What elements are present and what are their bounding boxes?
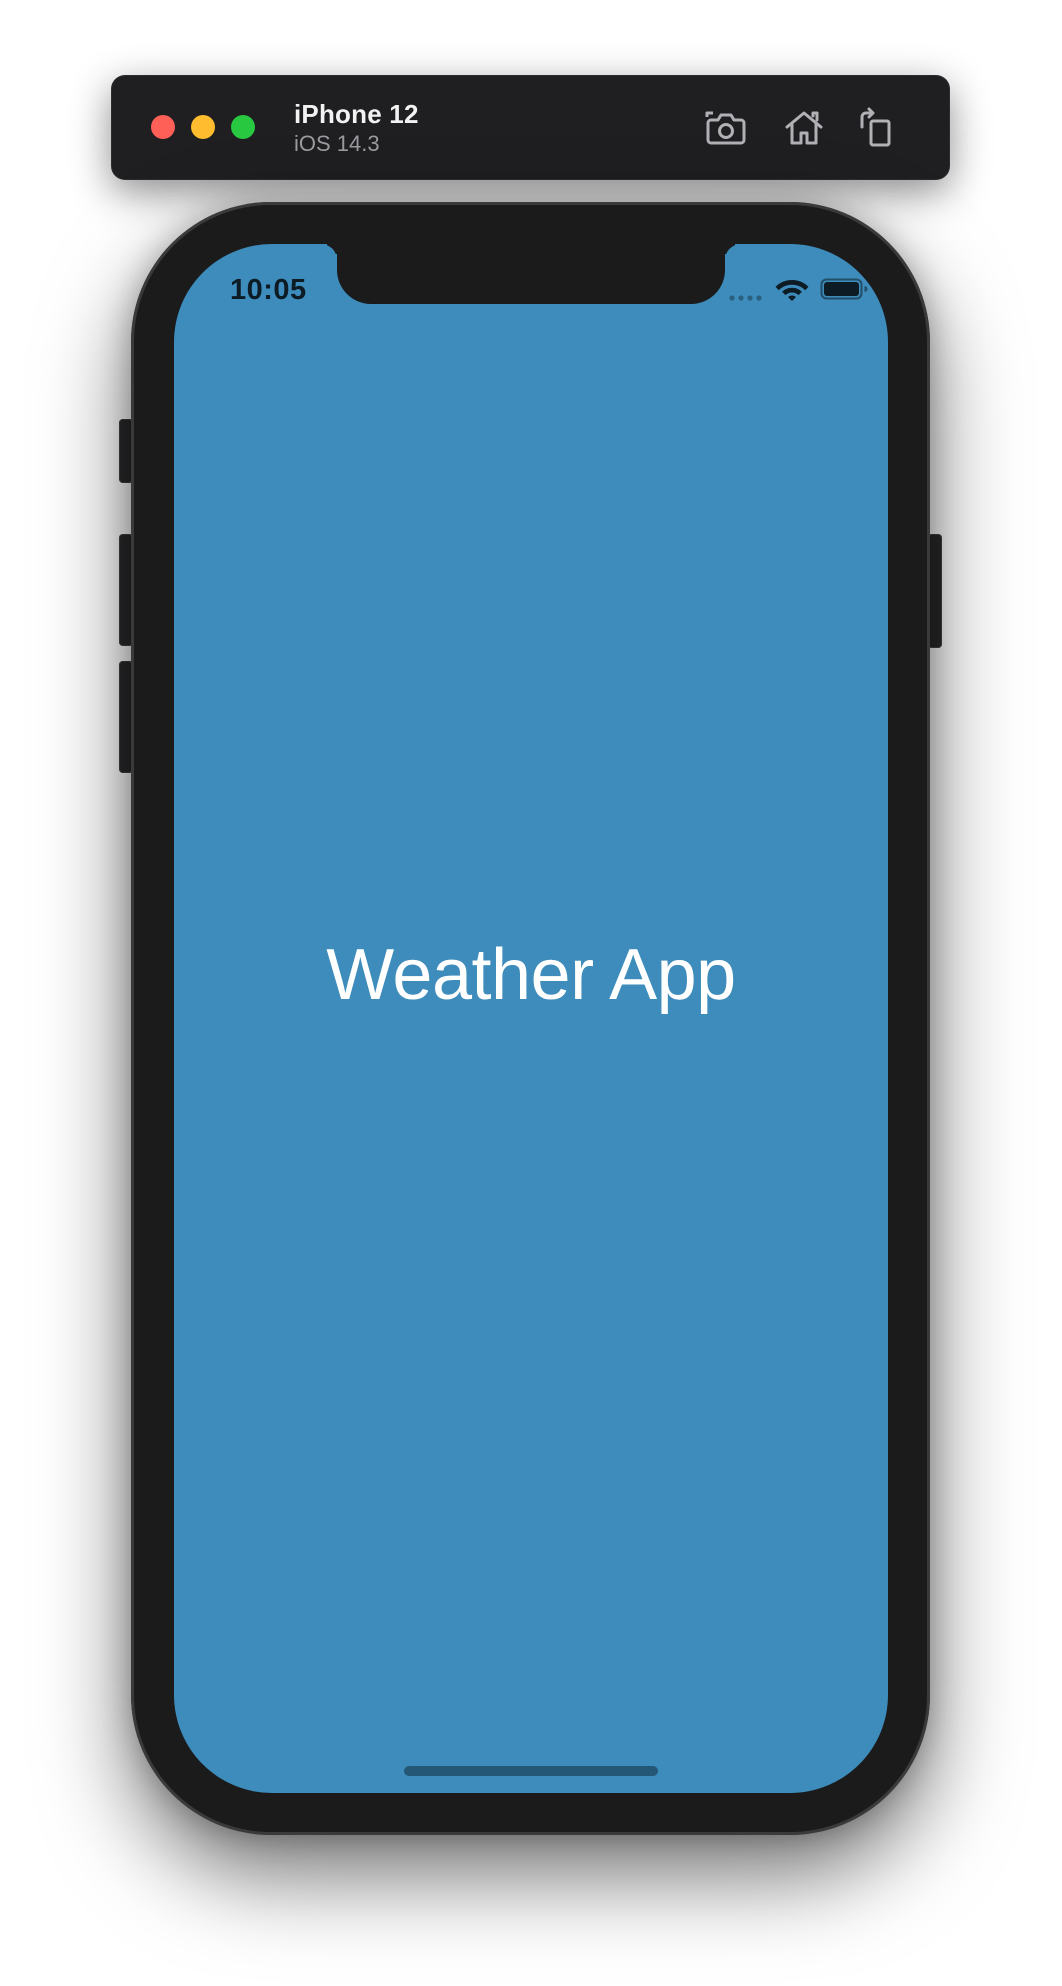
battery-icon — [820, 278, 868, 300]
camera-icon[interactable] — [703, 105, 749, 151]
cellular-signal-icon — [729, 295, 762, 301]
wifi-icon — [775, 280, 809, 301]
home-icon[interactable] — [781, 105, 827, 151]
phone-screen[interactable]: 10:05 Weather App — [174, 244, 888, 1793]
notch — [337, 244, 725, 304]
status-icons — [728, 274, 868, 306]
simulator-toolbar: iPhone 12 iOS 14.3 — [111, 75, 950, 180]
os-version: iOS 14.3 — [294, 131, 380, 156]
minimize-window-button[interactable] — [191, 115, 215, 139]
zoom-window-button[interactable] — [231, 115, 255, 139]
app-title: Weather App — [326, 935, 736, 1015]
status-time: 10:05 — [230, 274, 307, 306]
home-indicator[interactable] — [404, 1766, 658, 1776]
close-window-button[interactable] — [151, 115, 175, 139]
power-button — [928, 534, 942, 648]
rotate-icon[interactable] — [854, 105, 900, 151]
device-name: iPhone 12 — [294, 99, 419, 129]
